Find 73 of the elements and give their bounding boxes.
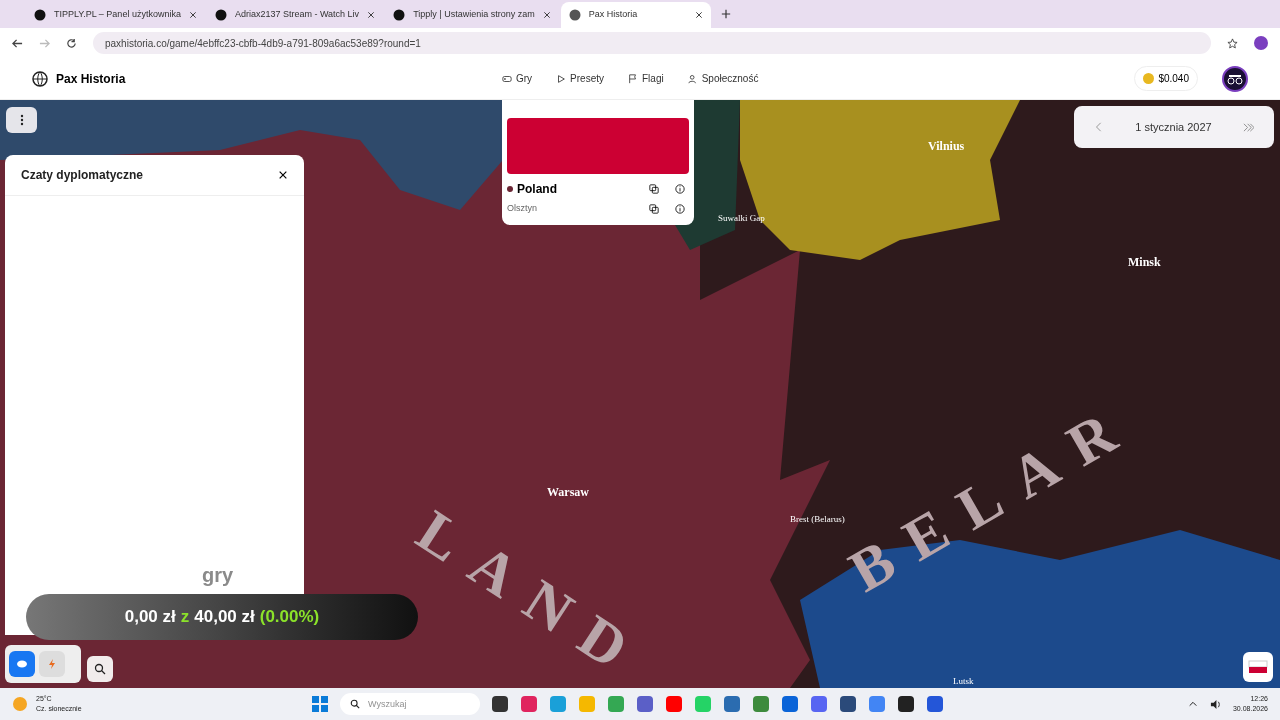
- city-label: Minsk: [1128, 254, 1161, 271]
- close-icon[interactable]: [188, 11, 197, 19]
- browser-tab[interactable]: Tipply | Ustawienia strony zam: [385, 2, 559, 28]
- favicon-icon: [34, 9, 46, 21]
- star-icon[interactable]: [1227, 37, 1238, 49]
- nav-link[interactable]: Presety: [556, 71, 604, 86]
- copy-icon[interactable]: [649, 184, 659, 194]
- city-label: Vilnius: [928, 138, 965, 155]
- tab-title: Adriax2137 Stream - Watch Liv: [234, 8, 360, 22]
- nav-link[interactable]: Społeczność: [687, 71, 759, 86]
- gamepad-icon: [502, 73, 512, 84]
- copy-icon[interactable]: [649, 203, 659, 214]
- city-label: Warsaw: [547, 484, 589, 501]
- taskbar-search[interactable]: Wyszukaj: [340, 693, 480, 715]
- place-label: Suwalki Gap: [718, 212, 765, 225]
- tab-title: Tipply | Ustawienia strony zam: [413, 8, 535, 22]
- goal-amount: 40,00 zł: [194, 606, 255, 629]
- lightning-icon: [46, 658, 58, 670]
- info-icon[interactable]: [675, 184, 685, 194]
- favicon-icon: [214, 9, 227, 21]
- address-bar[interactable]: paxhistoria.co/game/4ebffc23-cbfb-4db9-a791-809a6ac53e89?round=1: [93, 32, 1211, 54]
- place-label: Brest (Belarus): [790, 513, 845, 526]
- amount-raised: 0,00 zł: [124, 606, 176, 629]
- date-text: 1 stycznia 2027: [1135, 119, 1212, 135]
- chevron-icon[interactable]: [1187, 699, 1198, 709]
- close-icon[interactable]: [278, 170, 288, 180]
- browser-tab[interactable]: TIPPLY.PL – Panel użytkownika: [26, 2, 205, 28]
- coin-icon: [1143, 73, 1155, 84]
- nav-link[interactable]: Gry: [502, 71, 533, 86]
- play-icon: [556, 73, 567, 84]
- nav-link[interactable]: Flagi: [628, 71, 664, 86]
- info-icon[interactable]: [675, 203, 685, 214]
- fast-forward-icon[interactable]: [1243, 121, 1254, 133]
- weather-icon: [12, 696, 28, 712]
- favicon-icon: [393, 9, 406, 21]
- status-dot-icon: [507, 186, 513, 192]
- chat-button[interactable]: [9, 651, 35, 677]
- users-icon: [687, 73, 698, 84]
- place-label: Lutsk: [953, 675, 974, 688]
- city-name: Olsztyn: [507, 202, 538, 215]
- close-icon[interactable]: [694, 11, 703, 19]
- brand-name[interactable]: Pax Historia: [56, 69, 126, 88]
- reload-icon[interactable]: [66, 37, 77, 49]
- close-icon[interactable]: [367, 11, 376, 19]
- app-icon[interactable]: [927, 696, 943, 712]
- search-button[interactable]: [87, 656, 113, 682]
- menu-button[interactable]: [6, 107, 37, 133]
- search-icon: [350, 699, 360, 709]
- new-tab-icon[interactable]: [720, 9, 731, 19]
- speaker-icon[interactable]: [1209, 698, 1221, 710]
- browser-tab[interactable]: Adriax2137 Stream - Watch Liv: [206, 2, 384, 28]
- back-icon[interactable]: [12, 37, 23, 49]
- tab-title: Pax Historia: [588, 8, 639, 22]
- tab-title: TIPPLY.PL – Panel użytkownika: [54, 8, 181, 22]
- goal-percent: (0.00%): [259, 606, 320, 629]
- start-icon[interactable]: [312, 696, 328, 712]
- flag-button-icon[interactable]: [1243, 652, 1273, 682]
- search-icon: [94, 663, 106, 675]
- goal-joiner: z: [180, 606, 190, 629]
- country-name: Poland: [517, 181, 558, 198]
- profile-avatar-icon[interactable]: [1254, 36, 1268, 50]
- browser-tab[interactable]: Pax Historia: [560, 2, 711, 28]
- app-icon[interactable]: [492, 696, 508, 712]
- chat-bubble-icon: [16, 658, 28, 670]
- close-icon[interactable]: [542, 11, 551, 19]
- app-icon[interactable]: [898, 696, 914, 712]
- overlay-caption: gry: [202, 563, 234, 588]
- app-icon[interactable]: [840, 696, 856, 712]
- favicon-icon: [568, 9, 581, 21]
- incognito-avatar-icon[interactable]: [1222, 65, 1248, 92]
- flag-icon: [628, 73, 638, 84]
- globe-icon: [32, 70, 48, 87]
- panel-title: Czaty dyplomatyczne: [21, 167, 144, 184]
